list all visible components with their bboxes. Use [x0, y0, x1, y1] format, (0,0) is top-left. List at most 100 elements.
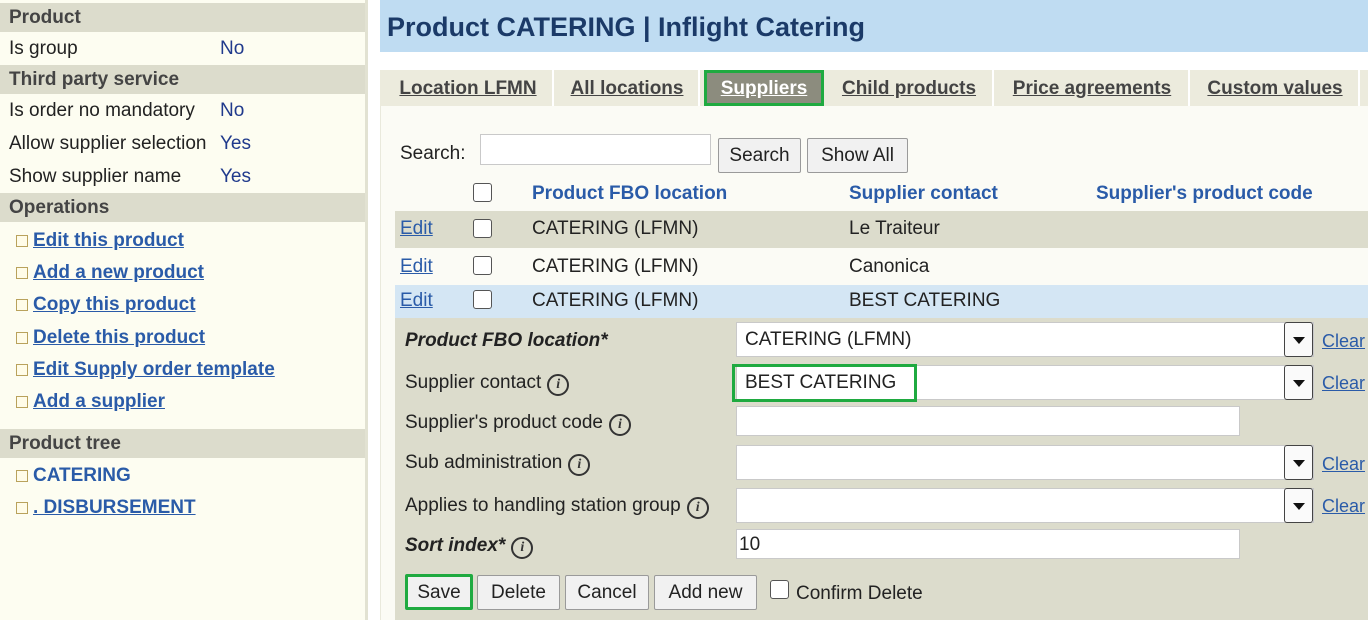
chevron-down-icon[interactable] — [1284, 445, 1313, 480]
edit-product-link-text[interactable]: Edit this product — [33, 230, 184, 251]
search-button[interactable]: Search — [718, 138, 801, 173]
show-all-button[interactable]: Show All — [807, 138, 908, 173]
info-icon[interactable]: i — [568, 454, 591, 476]
tab-price-agreements[interactable]: Price agreements — [996, 70, 1190, 106]
fbo-location-label: Product FBO location* — [405, 330, 608, 351]
col-supplier-product-code[interactable]: Supplier's product code — [1096, 183, 1313, 205]
station-group-label-text: Applies to handling station group — [405, 495, 681, 516]
product-code-label: Supplier's product code i — [405, 412, 631, 436]
square-bullet-icon — [16, 502, 28, 514]
cancel-button[interactable]: Cancel — [565, 575, 649, 610]
row-checkbox[interactable] — [473, 290, 492, 309]
edit-supply-template-link-text[interactable]: Edit Supply order template — [33, 359, 275, 380]
sort-index-label: Sort index* i — [405, 535, 534, 559]
add-product-link[interactable]: Add a new product — [16, 258, 204, 288]
edit-link[interactable]: Edit — [400, 290, 433, 312]
chevron-down-icon[interactable] — [1284, 365, 1313, 400]
edit-link[interactable]: Edit — [400, 218, 433, 240]
row-contact: BEST CATERING — [849, 290, 1001, 311]
info-icon[interactable]: i — [511, 537, 534, 559]
sort-index-label-text: Sort index* — [405, 535, 506, 556]
order-no-mandatory-row: Is order no mandatory No — [9, 96, 365, 126]
tab-custom-values[interactable]: Custom values — [1192, 70, 1360, 106]
edit-link[interactable]: Edit — [400, 256, 433, 278]
row-checkbox[interactable] — [473, 219, 492, 238]
allow-supplier-selection-label: Allow supplier selection — [9, 133, 207, 154]
fbo-location-select[interactable]: CATERING (LFMN) — [736, 322, 1314, 357]
search-input[interactable] — [480, 134, 711, 165]
row-checkbox[interactable] — [473, 256, 492, 275]
add-product-link-text[interactable]: Add a new product — [33, 262, 204, 283]
sort-index-input[interactable]: 10 — [736, 529, 1240, 559]
tree-item-disbursement[interactable]: . DISBURSEMENT — [16, 493, 196, 523]
fbo-location-clear-link[interactable]: Clear — [1322, 331, 1365, 352]
table-row-selected: Edit CATERING (LFMN) BEST CATERING — [395, 285, 1368, 318]
sub-administration-label: Sub administration i — [405, 452, 591, 476]
info-icon[interactable]: i — [547, 374, 570, 396]
product-code-input[interactable] — [736, 406, 1240, 436]
sub-administration-label-text: Sub administration — [405, 452, 563, 473]
col-product-fbo-location[interactable]: Product FBO location — [532, 183, 727, 205]
delete-product-link-text[interactable]: Delete this product — [33, 327, 205, 348]
sub-administration-select[interactable] — [736, 445, 1314, 480]
confirm-delete-label: Confirm Delete — [796, 583, 923, 604]
save-button[interactable]: Save — [405, 574, 473, 610]
square-bullet-icon — [16, 267, 28, 279]
row-location: CATERING (LFMN) — [532, 218, 699, 239]
show-supplier-name-value: Yes — [220, 166, 251, 187]
supplier-contact-label-text: Supplier contact — [405, 372, 542, 393]
square-bullet-icon — [16, 332, 28, 344]
edit-product-link[interactable]: Edit this product — [16, 226, 184, 256]
row-location: CATERING (LFMN) — [532, 256, 699, 277]
search-label: Search: — [400, 143, 466, 164]
supplier-contact-clear-link[interactable]: Clear — [1322, 373, 1365, 394]
row-contact: Canonica — [849, 256, 930, 277]
add-supplier-link-text[interactable]: Add a supplier — [33, 391, 165, 412]
allow-supplier-selection-value: Yes — [220, 133, 251, 154]
delete-button[interactable]: Delete — [477, 575, 560, 610]
sidebar: Product Is group No Third party service … — [0, 0, 368, 620]
add-supplier-link[interactable]: Add a supplier — [16, 387, 165, 417]
info-icon[interactable]: i — [686, 497, 709, 519]
station-group-clear-link[interactable]: Clear — [1322, 496, 1365, 517]
col-supplier-contact[interactable]: Supplier contact — [849, 183, 998, 205]
station-group-select[interactable] — [736, 488, 1314, 523]
table-header: Product FBO location Supplier contact Su… — [395, 178, 1368, 211]
delete-product-link[interactable]: Delete this product — [16, 323, 205, 353]
chevron-down-icon[interactable] — [1284, 488, 1313, 523]
order-no-mandatory-label: Is order no mandatory — [9, 100, 195, 121]
tab-bar: Location LFMN All locations Suppliers Ch… — [380, 70, 1368, 106]
tab-location-lfmn[interactable]: Location LFMN — [384, 70, 554, 106]
square-bullet-icon — [16, 299, 28, 311]
chevron-down-icon[interactable] — [1284, 322, 1313, 357]
page-title: Product CATERING | Inflight Catering — [387, 12, 866, 42]
tree-item-disbursement-text[interactable]: . DISBURSEMENT — [33, 497, 196, 518]
tree-item-catering-text[interactable]: CATERING — [33, 465, 131, 486]
allow-supplier-selection-row: Allow supplier selection Yes — [9, 129, 365, 159]
is-group-value: No — [220, 38, 245, 59]
station-group-label: Applies to handling station group i — [405, 495, 709, 519]
sub-administration-clear-link[interactable]: Clear — [1322, 454, 1365, 475]
product-tree-heading: Product tree — [0, 429, 365, 458]
header-bar: Product CATERING | Inflight Catering — [380, 0, 1368, 52]
tab-child-products[interactable]: Child products — [826, 70, 994, 106]
is-group-row: Is group No — [9, 34, 365, 64]
edit-supply-template-link[interactable]: Edit Supply order template — [16, 355, 275, 385]
is-group-label: Is group — [9, 38, 78, 59]
add-new-button[interactable]: Add new — [654, 575, 757, 610]
sort-index-value: 10 — [739, 534, 761, 555]
info-icon[interactable]: i — [608, 414, 631, 436]
select-all-checkbox[interactable] — [473, 183, 492, 202]
square-bullet-icon — [16, 235, 28, 247]
tree-item-catering[interactable]: CATERING — [16, 461, 131, 491]
copy-product-link[interactable]: Copy this product — [16, 290, 196, 320]
table-row: Edit CATERING (LFMN) Canonica — [395, 248, 1368, 285]
row-location: CATERING (LFMN) — [532, 290, 699, 311]
table-row: Edit CATERING (LFMN) Le Traiteur — [395, 211, 1368, 248]
copy-product-link-text[interactable]: Copy this product — [33, 294, 196, 315]
square-bullet-icon — [16, 470, 28, 482]
tab-suppliers[interactable]: Suppliers — [704, 70, 824, 106]
confirm-delete-checkbox[interactable] — [770, 580, 789, 599]
tab-all-locations[interactable]: All locations — [556, 70, 700, 106]
supplier-contact-highlight — [732, 364, 917, 402]
